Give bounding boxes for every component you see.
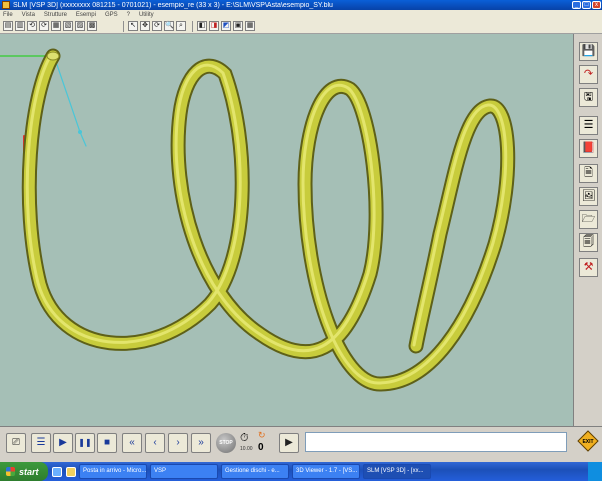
pan-icon[interactable]: ✥ — [140, 21, 150, 31]
menu-item-esempi[interactable]: Esempi — [76, 12, 96, 18]
menu-bar: File Vista Strutture Esempi GPS ? Utilit… — [0, 10, 602, 19]
export-icon[interactable]: ▩ — [87, 21, 97, 31]
stopwatch-icon: ⏱ — [240, 432, 249, 444]
menu-item-vista[interactable]: Vista — [22, 12, 35, 18]
redo-icon[interactable]: ⟳ — [39, 21, 49, 31]
tools-icon[interactable]: ⚒ — [579, 258, 598, 277]
app-icon — [2, 1, 10, 9]
step-back-button[interactable]: ‹ — [145, 433, 165, 453]
taskbar-item[interactable]: 3D Viewer - 1.7 - [VS... — [292, 464, 360, 479]
save-disk-icon[interactable]: 💾 — [579, 42, 598, 61]
system-tray — [588, 462, 602, 481]
menu-item-gps[interactable]: GPS — [105, 12, 118, 18]
stop-simulation-button[interactable]: STOP — [216, 433, 236, 453]
window-title: SLM [VSP 3D] (xxxxxxxx 081215 - 0701021)… — [13, 1, 333, 9]
close-button[interactable]: x — [592, 1, 601, 9]
menu-item-utility[interactable]: Utility — [139, 12, 154, 18]
axis-marker — [78, 130, 82, 134]
pause-button[interactable]: ❚❚ — [75, 433, 95, 453]
save-as-icon[interactable]: 🖫 — [579, 88, 598, 107]
select-pointer-icon[interactable]: ↖ — [128, 21, 138, 31]
stop-button[interactable]: ■ — [97, 433, 117, 453]
save-icon[interactable]: ▦ — [51, 21, 61, 31]
taskbar-item[interactable]: Gestione dischi - e... — [221, 464, 289, 479]
toolbar-separator — [123, 20, 124, 32]
helix-scene — [0, 48, 516, 392]
start-button[interactable]: start — [0, 462, 48, 481]
helix-start-cap — [46, 51, 60, 61]
new-icon[interactable]: ▤ — [3, 21, 13, 31]
document-list-icon[interactable]: ☰ — [579, 116, 598, 135]
windows-logo-icon — [6, 467, 15, 476]
toolbar-separator — [192, 20, 193, 32]
timer-value: 0 — [258, 442, 264, 453]
windows-taskbar: start Posta in arrivo - Micro... VSP Ges… — [0, 462, 602, 481]
menu-item-help[interactable]: ? — [127, 12, 130, 18]
side-tool-panel: 💾 ↷ 🖫 ☰ 📕 🗎 🖼 🗁 🗐 ⚒ — [573, 34, 602, 426]
reset-icon[interactable]: ↻ — [258, 430, 266, 441]
command-input[interactable] — [305, 432, 567, 452]
grid-icon[interactable]: ▥ — [15, 21, 25, 31]
render-color-icon[interactable]: ◨ — [209, 21, 219, 31]
image-file-icon[interactable]: 🖼 — [579, 187, 598, 206]
start-label: start — [19, 466, 39, 477]
toolbar: ▤ ▥ ⟲ ⟳ ▦ ▧ ▨ ▩ ↖ ✥ ⟳ 🔍 ⌕ ◧ ◨ ◩ ▣ ▦ — [0, 19, 602, 34]
fast-forward-button[interactable]: » — [191, 433, 211, 453]
render-wire-icon[interactable]: ▣ — [233, 21, 243, 31]
3d-viewport[interactable] — [0, 34, 573, 426]
paste-icon[interactable]: ▨ — [75, 21, 85, 31]
close-file-icon[interactable]: 🗐 — [579, 233, 598, 252]
maximize-button[interactable]: □ — [582, 1, 591, 9]
taskbar-item[interactable]: Posta in arrivo - Micro... — [79, 464, 147, 479]
record-list-icon[interactable]: ☰ — [31, 433, 51, 453]
render-light-icon[interactable]: ◩ — [221, 21, 231, 31]
timer-step-label: 10.00 — [240, 446, 253, 452]
open-file-icon[interactable]: 🗁 — [579, 210, 598, 229]
menu-item-file[interactable]: File — [3, 12, 13, 18]
render-grid-icon[interactable]: ▦ — [245, 21, 255, 31]
book-icon[interactable]: 📕 — [579, 139, 598, 158]
exit-label: EXIT — [582, 439, 593, 445]
record-timer-button[interactable]: ▶ — [279, 433, 299, 453]
render-solid-icon[interactable]: ◧ — [197, 21, 207, 31]
zoom-icon[interactable]: 🔍 — [164, 21, 174, 31]
rewind-button[interactable]: « — [122, 433, 142, 453]
quicklaunch-icon[interactable] — [52, 466, 62, 477]
minimize-button[interactable]: _ — [572, 1, 581, 9]
copy-icon[interactable]: ▧ — [63, 21, 73, 31]
window-title-bar: SLM [VSP 3D] (xxxxxxxx 081215 - 0701021)… — [0, 0, 602, 10]
taskbar-item[interactable]: VSP — [150, 464, 218, 479]
menu-item-strutture[interactable]: Strutture — [44, 12, 67, 18]
undo-icon[interactable]: ⟲ — [27, 21, 37, 31]
curve-edit-icon[interactable]: ↷ — [579, 65, 598, 84]
rotate-icon[interactable]: ⟳ — [152, 21, 162, 31]
step-forward-button[interactable]: › — [168, 433, 188, 453]
taskbar-item-active[interactable]: SLM [VSP 3D] - [xx... — [363, 464, 431, 479]
playback-control-bar: ⎚ ☰ ▶ ❚❚ ■ « ‹ › » STOP ⏱ 10.00 ↻ 0 ▶ EX… — [0, 426, 602, 462]
play-button[interactable]: ▶ — [53, 433, 73, 453]
script-file-icon[interactable]: 🗎 — [579, 164, 598, 183]
quicklaunch-icon[interactable] — [66, 466, 76, 477]
screenshot-icon[interactable]: ⎚ — [6, 433, 26, 453]
exit-button[interactable]: EXIT — [577, 430, 599, 452]
zoom-window-icon[interactable]: ⌕ — [176, 21, 186, 31]
